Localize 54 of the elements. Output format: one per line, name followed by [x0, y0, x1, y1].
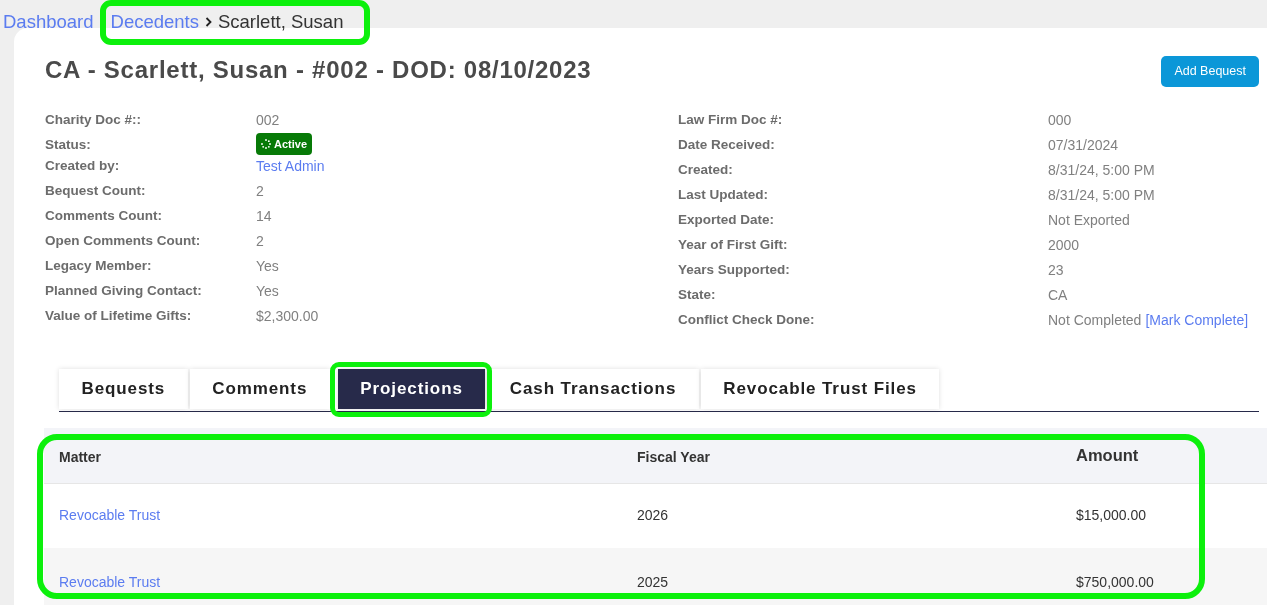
- detail-value: 2000: [1048, 236, 1080, 255]
- detail-value: CA: [1048, 286, 1068, 305]
- detail-value: 07/31/2024: [1048, 136, 1119, 155]
- tab[interactable]: Comments: [189, 369, 330, 409]
- detail-value: $2,300.00: [256, 307, 319, 326]
- detail-value: 002: [256, 111, 280, 130]
- tab[interactable]: Revocable Trust Files: [700, 369, 940, 409]
- detail-label: Planned Giving Contact:: [45, 282, 202, 301]
- detail-label: Status:: [45, 135, 91, 154]
- user-link[interactable]: Test Admin: [256, 156, 325, 177]
- detail-value: 23: [1048, 261, 1064, 280]
- detail-value: Not Completed: [1048, 311, 1142, 330]
- detail-label: Created by:: [45, 157, 120, 176]
- mark-complete-link[interactable]: [Mark Complete]: [1145, 310, 1249, 331]
- detail-label: Exported Date:: [678, 211, 775, 230]
- table-cell: $750,000.00: [1061, 548, 1267, 605]
- detail-value: 000: [1048, 111, 1072, 130]
- add-bequest-button[interactable]: Add Bequest: [1161, 56, 1259, 87]
- detail-value: 8/31/24, 5:00 PM: [1048, 186, 1155, 205]
- tab[interactable]: Projections: [337, 369, 486, 409]
- detail-label: Date Received:: [678, 136, 775, 155]
- tab[interactable]: Bequests: [59, 369, 188, 409]
- breadcrumb-current: Scarlett, Susan: [217, 12, 344, 32]
- table-cell: $15,000.00: [1061, 483, 1267, 548]
- breadcrumb-link[interactable]: Decedents: [110, 12, 199, 32]
- breadcrumb-link[interactable]: Dashboard: [3, 12, 94, 32]
- status-text: Active: [274, 136, 308, 152]
- chevron-right-icon: [204, 17, 212, 27]
- detail-label: Bequest Count:: [45, 182, 146, 201]
- detail-value: 2: [256, 232, 264, 251]
- detail-value: 2: [256, 182, 264, 201]
- detail-label: Value of Lifetime Gifts:: [45, 307, 192, 326]
- page-title: CA - Scarlett, Susan - #002 - DOD: 08/10/2023: [45, 55, 592, 85]
- detail-label: Created:: [678, 161, 733, 180]
- detail-label: Comments Count:: [45, 207, 162, 226]
- column-header: Amount: [1061, 428, 1267, 483]
- detail-value: Not Exported: [1048, 211, 1130, 230]
- detail-label: Year of First Gift:: [678, 236, 788, 255]
- detail-value: Yes: [256, 282, 279, 301]
- detail-value: 14: [256, 207, 272, 226]
- table-cell: 2026: [622, 483, 1061, 548]
- detail-label: Open Comments Count:: [45, 232, 201, 251]
- detail-label: Charity Doc #::: [45, 111, 142, 130]
- matter-link[interactable]: Revocable Trust: [59, 507, 161, 524]
- detail-label: Conflict Check Done:: [678, 311, 815, 330]
- detail-label: Legacy Member:: [45, 257, 152, 276]
- detail-label: Last Updated:: [678, 186, 768, 205]
- spinner-icon: [261, 139, 271, 149]
- detail-value: 8/31/24, 5:00 PM: [1048, 161, 1155, 180]
- detail-label: Years Supported:: [678, 261, 790, 280]
- detail-label: State:: [678, 286, 716, 305]
- detail-label: Law Firm Doc #:: [678, 111, 783, 130]
- matter-link[interactable]: Revocable Trust: [59, 574, 161, 590]
- detail-value: Yes: [256, 257, 279, 276]
